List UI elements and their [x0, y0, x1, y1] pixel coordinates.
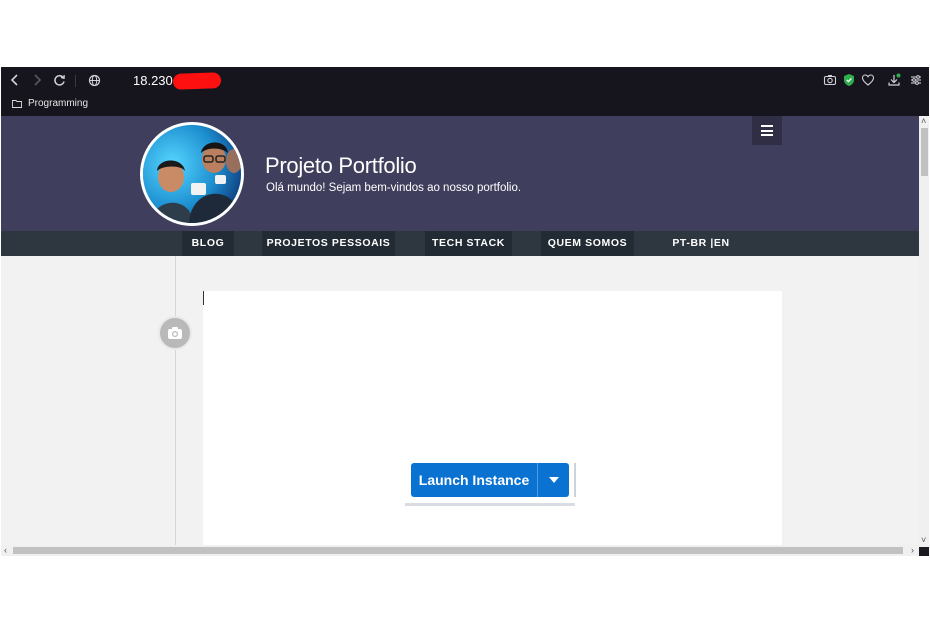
bookmark-folder-programming[interactable]: Programming [12, 98, 88, 109]
address-bar[interactable]: 18.230. [133, 73, 176, 88]
chevron-right-icon [34, 74, 42, 86]
redaction-mark [172, 72, 222, 90]
camera-icon [168, 327, 182, 339]
nav-item-tech-stack[interactable]: TECH STACK [425, 231, 512, 256]
vertical-scrollbar[interactable]: ˄ ˅ [919, 116, 929, 547]
camera-icon[interactable] [823, 73, 837, 87]
hamburger-icon [761, 125, 773, 127]
post-card: Launch Instance [203, 291, 782, 556]
site-header: Projeto Portfolio Olá mundo! Sejam bem-v… [1, 116, 919, 231]
nav-item-language[interactable]: PT-BR |EN [665, 231, 737, 256]
launch-instance-image: Launch Instance [403, 459, 577, 511]
text-caret [203, 291, 204, 305]
reload-button[interactable] [49, 71, 69, 91]
browser-toolbar: 18.230. [1, 67, 929, 95]
menu-toggle-button[interactable] [752, 116, 782, 145]
browser-window: 18.230. Programming Projeto Portfolio Ol… [1, 67, 929, 556]
avatar [140, 122, 244, 226]
scroll-down-arrow[interactable]: ˅ [921, 536, 926, 545]
reload-icon [53, 75, 65, 86]
site-subtitle: Olá mundo! Sejam bem-vindos ao nosso por… [266, 182, 522, 194]
site-info-button[interactable] [84, 71, 104, 91]
site-title: Projeto Portfolio [265, 153, 417, 178]
scroll-left-arrow[interactable]: ‹ [4, 546, 7, 555]
back-button[interactable] [5, 71, 25, 91]
bookmark-folder-label: Programming [28, 98, 89, 109]
nav-item-quem-somos[interactable]: QUEM SOMOS [541, 231, 634, 256]
sliders-icon[interactable] [909, 73, 923, 87]
folder-icon [12, 100, 22, 108]
vertical-scroll-thumb[interactable] [921, 128, 928, 176]
button-edge [574, 463, 576, 497]
launch-instance-button: Launch Instance [411, 463, 537, 497]
shield-icon[interactable] [842, 73, 856, 87]
chevron-left-icon [10, 74, 18, 86]
timeline-area: Launch Instance [1, 256, 919, 556]
timeline-line [175, 256, 176, 556]
scroll-right-arrow[interactable]: › [911, 546, 914, 555]
caret-down-icon [548, 477, 559, 483]
horizontal-scrollbar[interactable]: ‹ › [1, 545, 919, 556]
group-photo-image [143, 125, 241, 223]
scroll-up-arrow[interactable]: ˄ [921, 117, 926, 126]
web-page: Projeto Portfolio Olá mundo! Sejam bem-v… [1, 116, 919, 556]
globe-icon [88, 74, 100, 87]
download-icon[interactable] [887, 73, 901, 87]
button-shadow [405, 503, 575, 506]
bookmarks-bar: Programming [1, 95, 929, 116]
forward-button[interactable] [27, 71, 47, 91]
timeline-photo-badge [158, 316, 192, 350]
toolbar-separator [75, 75, 76, 87]
nav-item-blog[interactable]: BLOG [182, 231, 234, 256]
launch-dropdown-button [538, 463, 569, 497]
heart-icon[interactable] [861, 73, 875, 87]
site-navbar: BLOG PROJETOS PESSOAIS TECH STACK QUEM S… [1, 231, 919, 256]
nav-item-projetos-pessoais[interactable]: PROJETOS PESSOAIS [262, 231, 395, 256]
horizontal-scroll-thumb[interactable] [13, 547, 903, 554]
